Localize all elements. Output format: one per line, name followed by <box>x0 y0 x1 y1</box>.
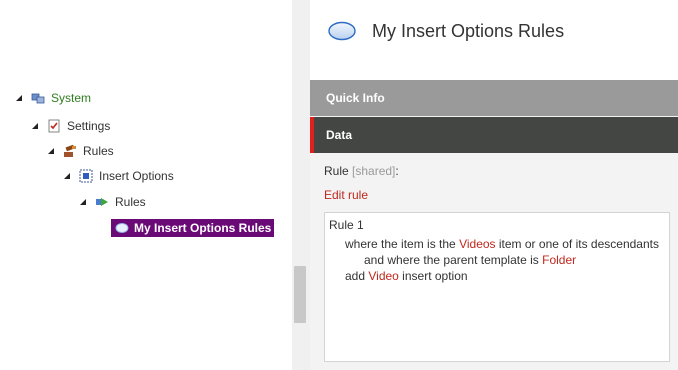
expand-triangle-icon[interactable] <box>16 95 22 101</box>
content-editor: My Insert Options Rules Quick Info Data … <box>310 0 678 370</box>
tree-item-rules-sub[interactable]: Rules <box>80 193 146 211</box>
field-label-suffix: : <box>395 164 399 178</box>
system-icon <box>31 91 45 105</box>
rule-text: add <box>345 269 369 283</box>
rule-text: item or one of its descendants <box>495 237 659 251</box>
tree-item-rules[interactable]: Rules <box>48 142 114 160</box>
tree-item-settings[interactable]: Settings <box>32 117 110 135</box>
field-label-text: Rule <box>324 164 349 178</box>
rule-text: where the item is the <box>345 237 460 251</box>
tree-item-label: My Insert Options Rules <box>134 221 272 235</box>
rules-arrow-icon <box>95 195 109 209</box>
tree-item-label: Rules <box>83 144 114 158</box>
insert-options-icon <box>79 169 93 183</box>
rule-condition-1: where the item is the Videos item or one… <box>345 237 659 251</box>
tree-item-system[interactable]: System <box>16 89 91 107</box>
rule-editor-box: Rule 1 where the item is the Videos item… <box>324 212 670 362</box>
expand-triangle-icon[interactable] <box>48 148 54 154</box>
tree-item-my-insert-options-rules[interactable]: My Insert Options Rules <box>111 219 275 237</box>
rule-ellipse-icon <box>115 221 129 235</box>
section-label: Quick Info <box>326 91 385 105</box>
edit-rule-link[interactable]: Edit rule <box>324 188 368 202</box>
shared-indicator: [shared] <box>352 164 396 178</box>
rule-ellipse-icon <box>328 21 356 41</box>
settings-checklist-icon <box>47 119 61 133</box>
rule-action: add Video insert option <box>345 269 468 283</box>
page-title: My Insert Options Rules <box>372 21 565 41</box>
data-section-header[interactable]: Data <box>310 117 678 153</box>
tree-item-label: System <box>51 91 92 105</box>
expand-triangle-icon[interactable] <box>32 123 38 129</box>
tree-item-label: Insert Options <box>99 169 174 183</box>
rule-text: insert option <box>398 269 468 283</box>
expand-triangle-icon[interactable] <box>80 199 86 205</box>
rule-condition-2: and where the parent template is Folder <box>364 253 576 267</box>
expand-triangle-icon[interactable] <box>64 173 70 179</box>
tree-item-label: Rules <box>115 195 146 209</box>
item-header: My Insert Options Rules <box>310 0 678 80</box>
rule-item-link[interactable]: Videos <box>459 237 495 251</box>
rule-text: and where the parent template is <box>364 253 543 267</box>
rule-field-label: Rule [shared]: <box>324 164 399 178</box>
scrollbar-thumb[interactable] <box>294 266 306 323</box>
tree-item-label: Settings <box>67 119 111 133</box>
rule-template-link[interactable]: Folder <box>542 253 576 267</box>
tree-item-insert-options[interactable]: Insert Options <box>64 167 174 185</box>
quick-info-section-header[interactable]: Quick Info <box>310 80 678 116</box>
rule-option-link[interactable]: Video <box>368 269 398 283</box>
rule-title: Rule 1 <box>329 218 364 232</box>
active-section-accent <box>310 117 314 153</box>
content-tree: System Settings Rules Insert Options Rul… <box>0 0 292 370</box>
rules-gavel-icon <box>63 144 77 158</box>
section-label: Data <box>326 128 353 142</box>
